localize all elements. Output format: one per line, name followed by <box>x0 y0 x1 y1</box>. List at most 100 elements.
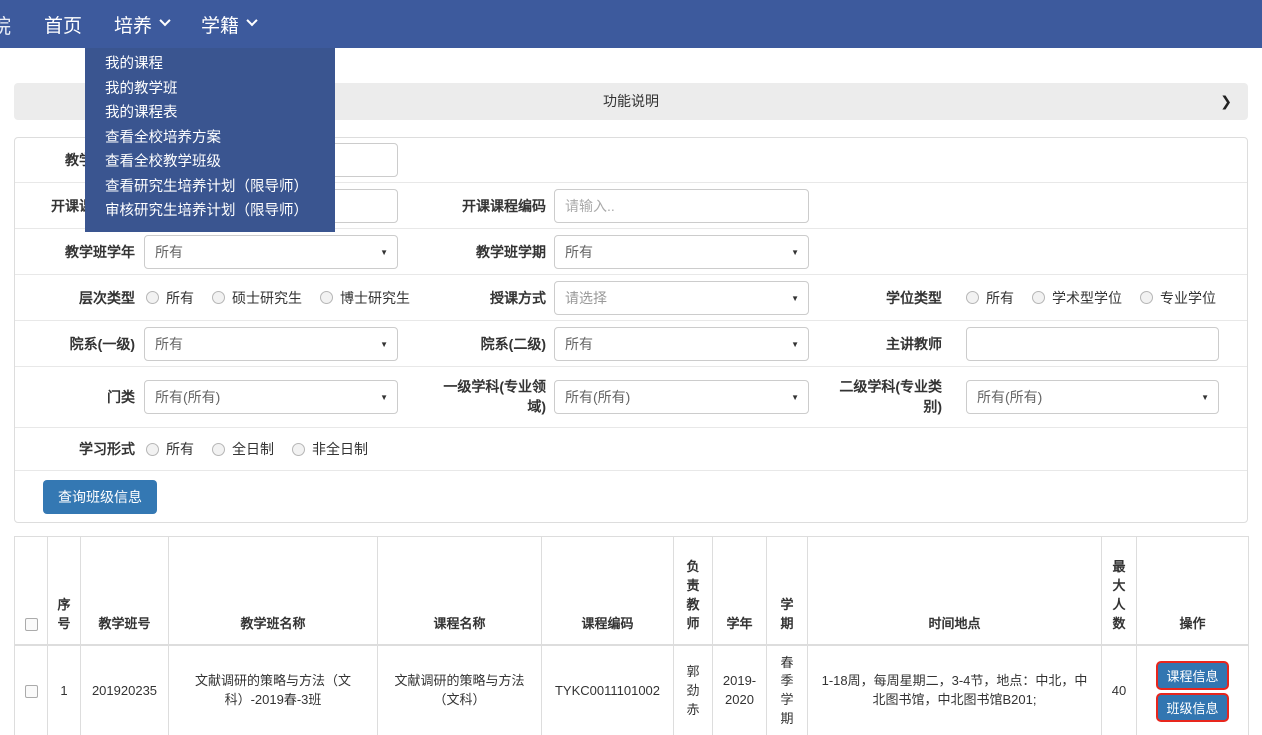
radio-label: 硕士研究生 <box>232 289 302 306</box>
query-class-info-button[interactable]: 查询班级信息 <box>43 480 157 514</box>
course-code-label: 开课课程编码 <box>462 197 546 214</box>
select-arrow-icon: ▼ <box>791 293 799 303</box>
select-value: 所有(所有) <box>977 389 1043 405</box>
dept-level1-select[interactable]: 所有 ▼ <box>144 326 398 361</box>
menu-item-view-grad-training-plan[interactable]: 查看研究生培养计划（限导师） <box>85 175 335 200</box>
category-label: 门类 <box>107 388 135 405</box>
chevron-right-icon[interactable]: ❯ <box>1220 83 1232 120</box>
select-value: 所有(所有) <box>155 389 221 405</box>
top-navbar: 院 首页 培养 学籍 <box>0 0 1262 48</box>
radio-option-professional[interactable]: 专业学位 <box>1140 288 1216 308</box>
radio-label: 全日制 <box>232 441 274 457</box>
dept-level1-label: 院系(一级) <box>69 335 135 352</box>
radio-option-doctor[interactable]: 博士研究生 <box>320 288 410 308</box>
header-time-place: 时间地点 <box>807 536 1102 646</box>
table-row: 1 201920235 文献调研的策略与方法（文科）-2019春-3班 文献调研… <box>14 644 1249 735</box>
category-select[interactable]: 所有(所有) ▼ <box>144 380 398 414</box>
cell-actions: 课程信息 班级信息 <box>1136 644 1249 735</box>
cell-max: 40 <box>1101 644 1137 735</box>
study-form-radio-group: 所有 全日制 非全日制 <box>146 428 368 470</box>
radio-option-all[interactable]: 所有 <box>146 288 194 308</box>
header-course-code: 课程编码 <box>541 536 674 646</box>
header-course-name: 课程名称 <box>377 536 542 646</box>
teaching-mode-label: 授课方式 <box>490 289 546 306</box>
degree-type-radio-group: 所有 学术型学位 专业学位 <box>966 275 1216 320</box>
menu-item-view-training-plans[interactable]: 查看全校培养方案 <box>85 126 335 151</box>
menu-item-audit-grad-training-plan[interactable]: 审核研究生培养计划（限导师） <box>85 199 335 224</box>
radio-icon <box>212 442 225 456</box>
teaching-mode-select[interactable]: 请选择 ▼ <box>554 280 809 315</box>
radio-label: 所有 <box>166 441 194 457</box>
filter-row-discipline: 门类 所有(所有) ▼ 一级学科(专业领域) 所有(所有) ▼ 二级学科(专业类… <box>15 367 1247 428</box>
course-info-button[interactable]: 课程信息 <box>1156 660 1229 690</box>
cell-seq: 1 <box>47 644 81 735</box>
select-arrow-icon: ▼ <box>380 247 388 257</box>
menu-item-view-all-teaching-classes[interactable]: 查看全校教学班级 <box>85 150 335 175</box>
lecturer-label: 主讲教师 <box>886 335 942 352</box>
header-select-all <box>14 536 48 646</box>
row-checkbox[interactable] <box>24 684 38 698</box>
radio-option-fulltime[interactable]: 全日制 <box>212 439 274 459</box>
radio-option-academic[interactable]: 学术型学位 <box>1032 288 1122 308</box>
radio-label: 专业学位 <box>1160 289 1216 306</box>
cell-class-name: 文献调研的策略与方法（文科）-2019春-3班 <box>168 644 378 735</box>
menu-item-my-timetable[interactable]: 我的课程表 <box>85 101 335 126</box>
radio-option-all[interactable]: 所有 <box>966 288 1014 308</box>
discipline-level1-select[interactable]: 所有(所有) ▼ <box>554 380 809 414</box>
radio-label: 所有 <box>166 289 194 306</box>
select-arrow-icon: ▼ <box>380 393 388 402</box>
page: 院 首页 培养 学籍 我的课程 我的教学班 我的课程表 查看全校培养方案 查看全… <box>0 0 1262 735</box>
filter-row-year-term: 教学班学年 所有 ▼ 教学班学期 所有 ▼ <box>15 229 1247 275</box>
discipline-level2-select[interactable]: 所有(所有) ▼ <box>966 380 1219 414</box>
dept-level2-label: 院系(二级) <box>480 335 546 352</box>
select-value: 所有 <box>155 243 183 260</box>
filter-row-dept: 院系(一级) 所有 ▼ 院系(二级) 所有 ▼ 主讲教师 <box>15 321 1247 367</box>
class-info-button[interactable]: 班级信息 <box>1156 692 1229 722</box>
header-max: 最大人数 <box>1101 536 1137 646</box>
select-value: 所有(所有) <box>565 389 631 405</box>
menu-item-my-teaching-classes[interactable]: 我的教学班 <box>85 77 335 102</box>
radio-icon <box>320 291 333 304</box>
header-class-name: 教学班名称 <box>168 536 378 646</box>
radio-option-master[interactable]: 硕士研究生 <box>212 288 302 308</box>
cell-course-code: TYKC0011101002 <box>541 644 674 735</box>
cell-select <box>14 644 48 735</box>
menu-item-my-courses[interactable]: 我的课程 <box>85 52 335 77</box>
nav-items: 首页 培养 学籍 <box>28 0 272 48</box>
nav-item-training[interactable]: 培养 <box>98 0 185 48</box>
training-dropdown-menu: 我的课程 我的教学班 我的课程表 查看全校培养方案 查看全校教学班级 查看研究生… <box>85 48 335 232</box>
logo-text-partial: 院 <box>0 15 11 38</box>
degree-type-label: 学位类型 <box>886 289 942 306</box>
radio-label: 所有 <box>986 289 1014 306</box>
level-type-label: 层次类型 <box>79 289 135 306</box>
radio-option-all[interactable]: 所有 <box>146 439 194 459</box>
radio-icon <box>212 291 225 304</box>
select-arrow-icon: ▼ <box>380 339 388 349</box>
results-table-container: 序号 教学班号 教学班名称 课程名称 课程编码 负责教师 学年 学期 时间地点 … <box>14 536 1249 735</box>
discipline-level1-label: 一级学科(专业领域) <box>443 378 546 415</box>
course-code-input[interactable] <box>554 188 809 223</box>
table-header-row: 序号 教学班号 教学班名称 课程名称 课程编码 负责教师 学年 学期 时间地点 … <box>14 536 1249 646</box>
header-class-no: 教学班号 <box>80 536 169 646</box>
radio-icon <box>146 291 159 304</box>
header-teacher: 负责教师 <box>673 536 713 646</box>
select-all-checkbox[interactable] <box>24 617 38 631</box>
dept-level2-select[interactable]: 所有 ▼ <box>554 326 809 361</box>
class-year-label: 教学班学年 <box>65 243 135 260</box>
filter-row-study-form: 学习形式 所有 全日制 非全日制 <box>15 428 1247 471</box>
lecturer-input[interactable] <box>966 326 1219 361</box>
select-arrow-icon: ▼ <box>791 339 799 349</box>
nav-item-home[interactable]: 首页 <box>28 0 98 48</box>
select-arrow-icon: ▼ <box>791 393 799 402</box>
header-term: 学期 <box>766 536 808 646</box>
nav-item-label: 学籍 <box>201 15 240 37</box>
header-year: 学年 <box>712 536 767 646</box>
nav-item-student-status[interactable]: 学籍 <box>185 0 272 48</box>
select-arrow-icon: ▼ <box>791 247 799 257</box>
radio-option-parttime[interactable]: 非全日制 <box>292 439 368 459</box>
results-table: 序号 教学班号 教学班名称 课程名称 课程编码 负责教师 学年 学期 时间地点 … <box>14 536 1249 735</box>
nav-item-label: 培养 <box>114 15 153 37</box>
header-seq: 序号 <box>47 536 81 646</box>
class-term-select[interactable]: 所有 ▼ <box>554 234 809 269</box>
class-year-select[interactable]: 所有 ▼ <box>144 234 398 269</box>
